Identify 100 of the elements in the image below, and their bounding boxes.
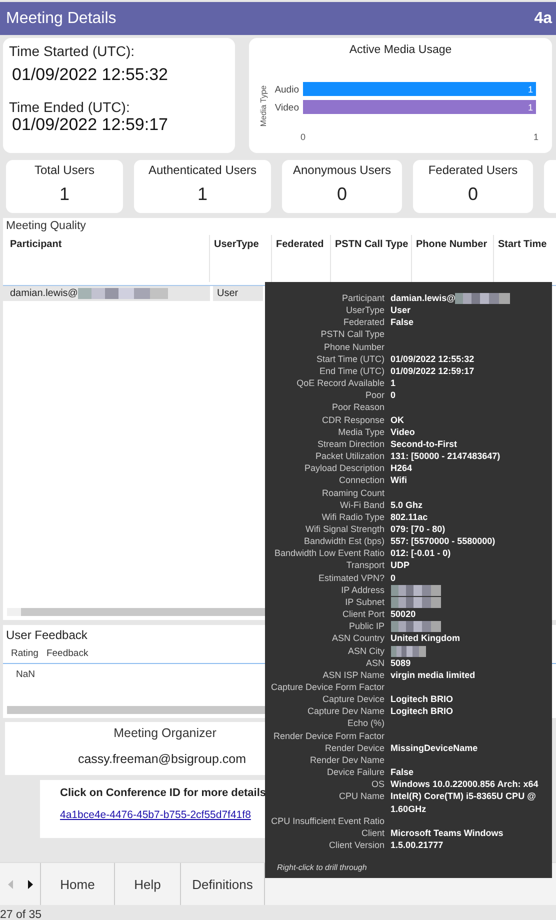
- tooltip-value: 0: [390, 390, 396, 400]
- tooltip-label: OS: [370, 778, 385, 790]
- tooltip-label: CDR Response: [321, 414, 385, 426]
- table-cell: User: [213, 286, 263, 301]
- tooltip-value: 50020: [390, 609, 416, 620]
- tooltip-value: Wifi: [390, 475, 407, 486]
- tooltip-value: Microsoft Teams Windows: [390, 828, 504, 838]
- kpi-value: 1: [197, 184, 208, 205]
- tooltip-value: False: [390, 767, 414, 778]
- tooltip-footer: Right-click to drill through: [277, 863, 546, 872]
- tooltip-value: 802.11ac: [390, 512, 428, 522]
- bar-value-label: 1: [528, 84, 533, 94]
- tooltip-value: virgin media limited: [390, 670, 476, 680]
- tooltip-label: Client: [360, 826, 385, 840]
- tooltip-label: IP Address: [340, 584, 385, 596]
- tooltip-value: Intel(R) Core(TM) i5-8365U CPU @ 1.60GHz: [390, 791, 536, 814]
- tooltip-value: 01/09/2022 12:55:32: [390, 354, 474, 364]
- tooltip-label: Poor Reason: [331, 401, 385, 414]
- section-title: User Feedback: [5, 627, 88, 642]
- tooltip-value: Logitech BRIO: [390, 694, 454, 704]
- tooltip-label: Roaming Count: [321, 486, 385, 499]
- tooltip-value: MissingDeviceName: [390, 742, 478, 753]
- table-cell: damian.lewis@: [10, 288, 78, 299]
- tooltip-label: Capture Device Form Factor: [271, 681, 385, 694]
- table-cell-text: NaN: [15, 668, 36, 680]
- start-time: 01/09/2022 12:55:32: [12, 65, 169, 85]
- tooltip-value: Second-to-First: [390, 438, 458, 449]
- tooltip-label: Render Device: [324, 742, 385, 754]
- tooltip-label: Participant: [341, 292, 385, 304]
- tooltip-label: UserType: [345, 304, 385, 316]
- tooltip-label: CPU Name: [338, 790, 385, 804]
- tooltip-label: Client Version: [328, 839, 385, 852]
- tooltip-label: Media Type: [337, 426, 385, 438]
- tooltip-label: Capture Device: [322, 693, 385, 706]
- tooltip-value: 012: [-0.01 - 0): [390, 548, 451, 558]
- tooltip-value: False: [390, 317, 414, 328]
- kpi-label: Authenticated Users: [148, 163, 257, 177]
- kpi-label: Total Users: [34, 163, 95, 177]
- column-header: Rating: [11, 648, 38, 659]
- tooltip-label: Start Time (UTC): [316, 352, 385, 365]
- hint-text: Click on Conference ID for more details: [60, 787, 267, 799]
- tooltip-label: Render Dev Name: [309, 754, 385, 766]
- tooltip-value: Logitech BRIO: [390, 706, 454, 716]
- tooltip-label: IP Subnet: [344, 596, 385, 608]
- kpi-label: Anonymous Users: [292, 163, 392, 177]
- tooltip-label: Estimated VPN?: [318, 572, 385, 584]
- tooltip-label: ASN ISP Name: [322, 668, 385, 681]
- column-header: Feedback: [46, 648, 88, 659]
- tooltip-label: CPU Insufficient Event Ratio: [271, 814, 385, 827]
- bar-value-label: 1: [528, 102, 533, 112]
- tooltip-value: OK: [390, 414, 404, 425]
- tooltip-label: Wifi Signal Strength: [304, 522, 385, 536]
- tooltip-label: Wifi Radio Type: [320, 510, 385, 523]
- tooltip-label: Bandwidth Low Event Ratio: [273, 547, 385, 560]
- tooltip-label: Connection: [338, 474, 385, 486]
- tooltip-label: ASN: [365, 656, 385, 669]
- tooltip-value: 0: [390, 572, 396, 583]
- tooltip-value: User: [390, 305, 411, 316]
- tooltip-value: United Kingdom: [390, 633, 460, 644]
- tooltip-value: Video: [390, 426, 415, 437]
- tooltip-value: 1: [390, 378, 396, 388]
- tooltip-label: PSTN Call Type: [320, 328, 385, 341]
- tooltip-label: Public IP: [348, 620, 385, 632]
- kpi-value: 0: [336, 184, 347, 205]
- end-time: 01/09/2022 12:59:17: [12, 115, 169, 135]
- tooltip-label: Capture Dev Name: [306, 705, 385, 718]
- tooltip-value: H264: [390, 463, 412, 474]
- tooltip-value: 557: [5570000 - 5580000): [390, 536, 496, 546]
- page-title: Meeting Details: [6, 10, 116, 28]
- kpi-value: 0: [468, 184, 478, 205]
- tooltip-value: 5089: [390, 658, 411, 668]
- field-label: Time Ended (UTC):: [9, 99, 131, 115]
- tooltip-label: Echo (%): [346, 717, 385, 730]
- axis-tick-label: 1: [534, 132, 538, 142]
- tooltip-label: Client Port: [342, 608, 385, 620]
- category-label: Video: [274, 102, 299, 114]
- tooltip-label: QoE Record Available: [296, 377, 385, 390]
- tooltip-label: Bandwidth Est (bps): [303, 535, 385, 548]
- tooltip-value: 1.5.00.21777: [390, 840, 444, 850]
- tooltip-value: UDP: [390, 560, 410, 570]
- column-header: Participant: [3, 235, 210, 282]
- category-label: Audio: [274, 84, 299, 96]
- axis-title: Media Type: [259, 85, 268, 127]
- axis-tick-label: 0: [300, 132, 306, 142]
- tooltip-label: End Time (UTC): [318, 364, 385, 378]
- tooltip-value: 131: [50000 - 2147483647): [390, 451, 500, 462]
- tooltip-label: Payload Description: [304, 462, 385, 474]
- tooltip-label: Federated: [342, 316, 385, 328]
- field-label: Time Started (UTC):: [9, 43, 136, 59]
- page-code-label: 4a: [534, 10, 552, 28]
- section-title: Meeting Quality: [5, 219, 86, 232]
- chart-title: Active Media Usage: [349, 44, 452, 56]
- page-indicator: 27 of 35: [0, 909, 42, 920]
- card-title: Meeting Organizer: [114, 726, 216, 740]
- tooltip-label: Packet Utilization: [314, 450, 385, 462]
- tooltip-value: 079: [70 - 80): [390, 524, 446, 534]
- kpi-value: 1: [59, 184, 70, 205]
- tooltip-label: Stream Direction: [316, 438, 385, 450]
- organizer-email: cassy.freeman@bsigroup.com: [78, 752, 246, 766]
- tooltip-value: Windows 10.0.22000.856 Arch: x64: [390, 779, 538, 790]
